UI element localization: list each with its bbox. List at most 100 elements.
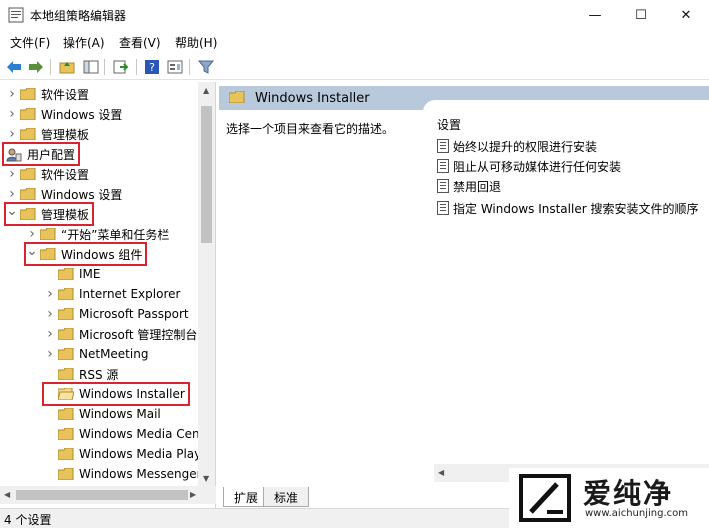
tree-item-label: 管理模板 — [41, 207, 90, 222]
chevron-right-icon[interactable]: › — [6, 124, 18, 144]
filter-icon[interactable] — [197, 58, 215, 76]
tree-item[interactable]: ⌄ 管理模板 — [3, 201, 95, 226]
setting-row[interactable]: 禁用回退 — [437, 176, 501, 196]
menu-bar: 文件(F) 操作(A) 查看(V) 帮助(H) — [0, 31, 709, 53]
tree-item[interactable]: IME — [44, 264, 100, 284]
brand-logo-icon — [517, 472, 573, 524]
tree-item[interactable]: Windows Media Player — [44, 444, 214, 464]
back-arrow-icon[interactable] — [5, 58, 23, 76]
chevron-down-icon[interactable]: ⌄ — [6, 201, 18, 221]
toolbar: ? — [0, 54, 709, 80]
tree-item-label: Windows 组件 — [61, 247, 143, 262]
scroll-left-arrow-icon[interactable]: ◀ — [4, 490, 10, 499]
tree-item-label: Windows Messenger — [79, 467, 202, 481]
setting-row[interactable]: 指定 Windows Installer 搜索安装文件的顺序 — [437, 198, 698, 218]
tree-item[interactable]: › NetMeeting — [44, 344, 148, 364]
folder-icon — [20, 208, 36, 220]
status-text: 4 个设置 — [4, 513, 52, 527]
details-header-title: Windows Installer — [255, 91, 370, 106]
tree-item[interactable]: RSS 源 — [44, 364, 118, 384]
help-icon[interactable]: ? — [143, 58, 161, 76]
tree-horizontal-scrollbar[interactable]: ◀ ▶ — [0, 486, 216, 504]
tree-item[interactable]: Windows Media Center — [44, 424, 216, 444]
tree-item-label: Windows Media Center — [79, 427, 216, 441]
policy-setting-icon — [437, 201, 449, 215]
tree-item-label: Microsoft Passport — [79, 307, 189, 321]
tree-item[interactable]: › 管理模板 — [6, 124, 89, 144]
folder-icon — [40, 228, 56, 240]
policy-setting-icon — [437, 139, 449, 153]
menu-view[interactable]: 查看(V) — [119, 34, 161, 51]
minimize-button[interactable]: — — [572, 0, 618, 30]
tree-item-label: NetMeeting — [79, 347, 149, 361]
export-list-icon[interactable] — [112, 58, 130, 76]
folder-icon — [40, 248, 56, 260]
setting-row[interactable]: 始终以提升的权限进行安装 — [437, 136, 597, 156]
tree-item[interactable]: › Windows 设置 — [6, 184, 122, 204]
menu-action[interactable]: 操作(A) — [63, 34, 105, 51]
tree-item[interactable]: › “开始”菜单和任务栏 — [26, 224, 169, 244]
close-button[interactable]: ✕ — [663, 0, 709, 30]
chevron-right-icon[interactable]: › — [6, 164, 18, 184]
tree-item[interactable]: Windows Installer — [42, 382, 190, 406]
tree-item[interactable]: › Microsoft 管理控制台 — [44, 324, 197, 344]
tree-item-label: 管理模板 — [41, 127, 90, 142]
tree-item[interactable]: Windows Mail — [44, 404, 161, 424]
chevron-right-icon[interactable]: › — [6, 84, 18, 104]
tab-standard[interactable]: 标准 — [263, 487, 310, 507]
tree-item[interactable]: 用户配置 — [1, 142, 81, 166]
folder-icon — [228, 90, 245, 106]
up-folder-icon[interactable] — [58, 58, 76, 76]
chevron-right-icon[interactable]: › — [6, 104, 18, 124]
setting-label: 指定 Windows Installer 搜索安装文件的顺序 — [453, 201, 699, 216]
folder-icon — [20, 168, 36, 180]
watermark-url: www.aichunjing.com — [585, 508, 688, 519]
folder-icon — [58, 328, 74, 340]
chevron-right-icon[interactable]: › — [44, 284, 56, 304]
scroll-right-arrow-icon[interactable]: ▶ — [190, 490, 196, 499]
tree-item[interactable]: › Microsoft Passport — [44, 304, 189, 324]
scroll-up-arrow-icon[interactable]: ▲ — [203, 86, 209, 95]
maximize-button[interactable]: ☐ — [618, 0, 664, 30]
open-folder-icon — [58, 388, 74, 400]
tree-item-label: 软件设置 — [41, 167, 90, 182]
tree-item[interactable]: Windows Messenger — [44, 464, 202, 484]
properties-icon[interactable] — [166, 58, 184, 76]
chevron-right-icon[interactable]: › — [44, 344, 56, 364]
scroll-left-arrow-icon[interactable]: ◀ — [438, 468, 444, 477]
chevron-down-icon[interactable]: ⌄ — [26, 241, 38, 261]
tree-item[interactable]: › 软件设置 — [6, 164, 89, 184]
watermark: 爱纯净 www.aichunjing.com — [509, 468, 709, 528]
tree-horizontal-scroll-thumb[interactable] — [16, 490, 188, 500]
window-title: 本地组策略编辑器 — [30, 9, 127, 23]
folder-icon — [58, 308, 74, 320]
chevron-right-icon[interactable]: › — [44, 304, 56, 324]
show-hide-tree-icon[interactable] — [82, 58, 100, 76]
menu-file[interactable]: 文件(F) — [10, 34, 50, 51]
folder-icon — [20, 108, 36, 120]
tree-item[interactable]: ⌄ Windows 组件 — [23, 241, 148, 266]
tree-item[interactable]: › Windows 设置 — [6, 104, 122, 124]
setting-row[interactable]: 阻止从可移动媒体进行任何安装 — [437, 156, 621, 176]
watermark-brand: 爱纯净 — [583, 477, 674, 510]
tree-item[interactable]: › Internet Explorer — [44, 284, 180, 304]
forward-arrow-icon[interactable] — [27, 58, 45, 76]
menu-help[interactable]: 帮助(H) — [175, 34, 217, 51]
folder-icon — [58, 428, 74, 440]
tree-item-label: IME — [79, 267, 101, 281]
scroll-down-arrow-icon[interactable]: ▼ — [203, 474, 209, 483]
tree-item[interactable]: › 软件设置 — [6, 84, 89, 104]
folder-icon — [20, 188, 36, 200]
settings-column-header[interactable]: 设置 — [437, 116, 461, 133]
chevron-right-icon[interactable]: › — [44, 324, 56, 344]
tree-vertical-scroll-thumb[interactable] — [201, 106, 212, 243]
tree-item-label: RSS 源 — [79, 367, 119, 382]
user-config-icon — [6, 148, 22, 162]
description-text: 选择一个项目来查看它的描述。 — [226, 122, 395, 136]
details-pane: Windows Installer 选择一个项目来查看它的描述。 设置 始终以提… — [219, 82, 709, 508]
folder-icon — [58, 368, 74, 380]
tree-vertical-scrollbar[interactable]: ▲ ▼ — [198, 82, 215, 486]
